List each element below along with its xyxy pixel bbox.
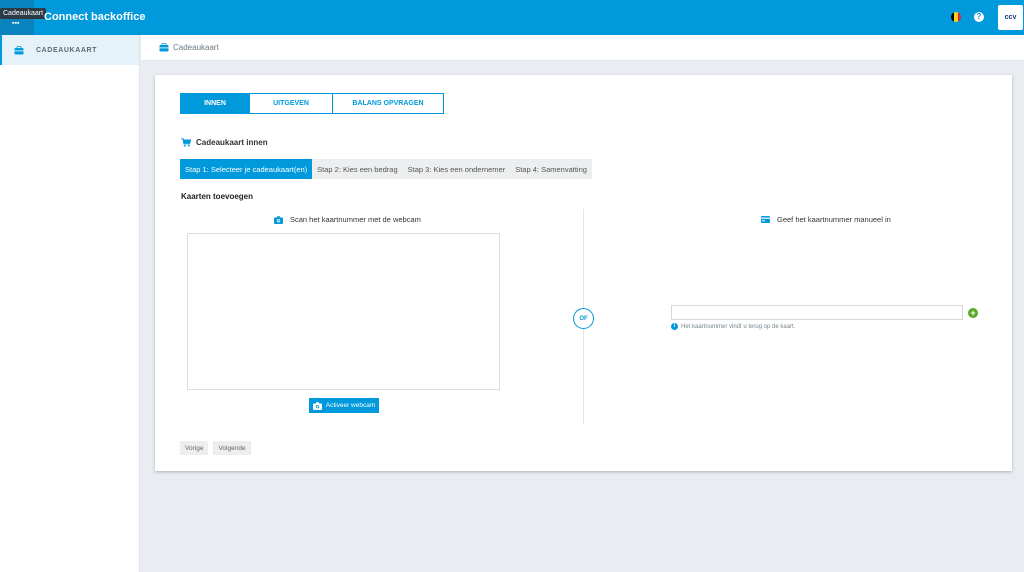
manual-header: Geef het kaartnummer manueel in (761, 215, 891, 224)
manual-header-text: Geef het kaartnummer manueel in (777, 215, 891, 224)
top-bar: Cadeaukaart ▪▪▪ Connect backoffice ? ccv (0, 0, 1024, 35)
hint-text: Het kaartnummer vindt u terug op de kaar… (681, 323, 796, 330)
breadcrumb: Cadeaukaart (141, 35, 1024, 61)
step-4[interactable]: Stap 4: Samenvatting (510, 159, 592, 179)
camera-icon (312, 401, 322, 410)
app-switcher[interactable]: Cadeaukaart ▪▪▪ (0, 0, 47, 35)
ccv-logo: ccv (998, 5, 1023, 30)
card-icon (761, 216, 770, 223)
grid-icon: ▪▪▪ (12, 20, 20, 27)
activate-webcam-button[interactable]: Activeer webcam (309, 398, 379, 413)
app-switcher-tooltip: Cadeaukaart (0, 8, 47, 19)
sidebar-item-cadeaukaart[interactable]: CADEAUKAART (0, 35, 139, 65)
card-number-input[interactable] (671, 305, 963, 320)
breadcrumb-item[interactable]: Cadeaukaart (173, 43, 219, 52)
help-icon[interactable]: ? (974, 12, 984, 22)
card-number-hint: i Het kaartnummer vindt u terug op de ka… (671, 323, 795, 330)
tab-bar: INNEN UITGEVEN BALANS OPVRAGEN (180, 93, 444, 114)
add-card-button[interactable]: + (968, 308, 978, 318)
sidebar: CADEAUKAART (0, 35, 140, 572)
webcam-preview (187, 233, 500, 390)
belgium-flag-icon[interactable] (951, 12, 961, 22)
tab-uitgeven[interactable]: UITGEVEN (250, 94, 333, 113)
giftcard-icon (159, 43, 169, 52)
subheading: Kaarten toevoegen (181, 192, 254, 201)
previous-button[interactable]: Vorige (180, 441, 209, 455)
next-button[interactable]: Volgende (213, 441, 251, 455)
step-wizard: Stap 1: Selecteer je cadeaukaart(en) Sta… (180, 159, 592, 179)
scan-header-text: Scan het kaartnummer met de webcam (290, 215, 421, 224)
activate-webcam-label: Activeer webcam (325, 402, 376, 409)
step-2[interactable]: Stap 2: Kies een bedrag (312, 159, 403, 179)
cart-icon (181, 138, 191, 147)
scan-header: Scan het kaartnummer met de webcam (274, 215, 421, 224)
camera-icon (274, 215, 283, 224)
wizard-navigation: Vorige Volgende (180, 441, 251, 455)
app-title: Connect backoffice (44, 11, 146, 23)
sidebar-item-label: CADEAUKAART (36, 46, 98, 54)
giftcard-icon (14, 45, 24, 54)
tab-balans-opvragen[interactable]: BALANS OPVRAGEN (333, 94, 443, 113)
main-card: INNEN UITGEVEN BALANS OPVRAGEN Cadeaukaa… (155, 75, 1012, 471)
or-separator: OF (573, 308, 594, 329)
step-3[interactable]: Stap 3: Kies een ondernemer (402, 159, 511, 179)
section-title-text: Cadeaukaart innen (196, 138, 268, 147)
info-icon: i (671, 323, 678, 330)
section-title: Cadeaukaart innen (181, 138, 268, 147)
tab-innen[interactable]: INNEN (181, 94, 250, 113)
step-1[interactable]: Stap 1: Selecteer je cadeaukaart(en) (180, 159, 313, 179)
